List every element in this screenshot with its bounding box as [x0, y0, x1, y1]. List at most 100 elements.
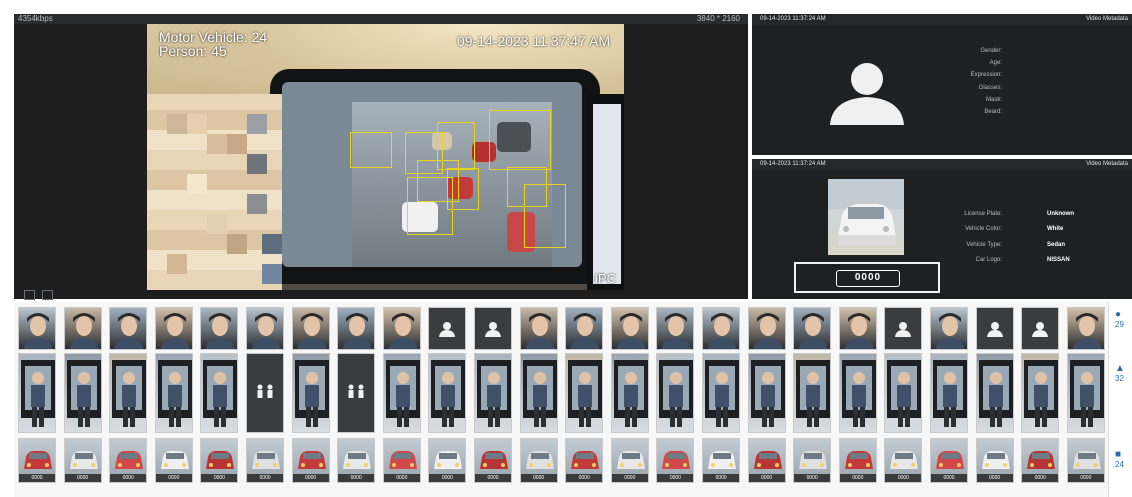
- face-snapshot[interactable]: [610, 307, 649, 350]
- vehicle-snapshot[interactable]: 0000: [884, 438, 923, 483]
- vehicle-snapshot[interactable]: 0000: [656, 438, 695, 483]
- vehicle-snapshot[interactable]: 0000: [428, 438, 467, 483]
- video-frame: Motor Vehicle: 24 Person: 45 09-14-2023 …: [147, 24, 624, 290]
- body-snapshot[interactable]: [565, 353, 604, 433]
- face-snapshot[interactable]: [337, 307, 376, 350]
- body-snapshot[interactable]: [610, 353, 649, 433]
- snapshot-grid: 0000 0000 0000 0000 0000 0000 0000 0000 0000 0000…: [14, 302, 1114, 497]
- vehicle-snapshot[interactable]: 0000: [337, 438, 376, 483]
- body-snapshot[interactable]: [884, 353, 923, 433]
- panel-timestamp: 09-14-2023 11:37:24 AM: [760, 16, 826, 22]
- vehicle-snapshot[interactable]: 0000: [565, 438, 604, 483]
- face-snapshot[interactable]: [656, 307, 695, 350]
- face-placeholder[interactable]: [474, 307, 512, 350]
- face-snapshot[interactable]: [702, 307, 740, 350]
- body-snapshot[interactable]: [975, 353, 1014, 433]
- vehicle-snapshot[interactable]: 0000: [610, 438, 649, 483]
- body-snapshot[interactable]: [1066, 353, 1105, 433]
- face-snapshot[interactable]: [565, 307, 604, 350]
- snapshot-plate-label: 0000: [657, 474, 694, 482]
- face-snapshot[interactable]: [109, 307, 148, 350]
- body-snapshot[interactable]: [702, 353, 740, 433]
- snapshot-plate-label: 0000: [703, 474, 739, 482]
- vehicle-snapshot[interactable]: 0000: [747, 438, 786, 483]
- vehicle-snapshot[interactable]: 0000: [291, 438, 330, 483]
- vehicle-snapshot[interactable]: 0000: [246, 438, 284, 483]
- screen-icon[interactable]: [24, 290, 35, 300]
- face-placeholder[interactable]: [884, 307, 923, 350]
- attr-row: Car Logo: NISSAN: [932, 257, 1122, 272]
- body-snapshot[interactable]: [656, 353, 695, 433]
- pixelated-person: [147, 94, 282, 290]
- body-placeholder[interactable]: [337, 353, 376, 433]
- vehicle-snapshot[interactable]: 0000: [154, 438, 193, 483]
- face-snapshot[interactable]: [793, 307, 832, 350]
- body-snapshot[interactable]: [63, 353, 102, 433]
- body-snapshot[interactable]: [109, 353, 148, 433]
- vehicle-snapshot[interactable]: 0000: [1021, 438, 1060, 483]
- body-snapshot[interactable]: [200, 353, 239, 433]
- vehicle-snapshot[interactable]: [828, 179, 904, 255]
- vehicle-snapshot[interactable]: 0000: [63, 438, 102, 483]
- face-snapshot[interactable]: [200, 307, 239, 350]
- vehicle-snapshot[interactable]: 0000: [382, 438, 421, 483]
- vehicle-snapshot[interactable]: 0000: [702, 438, 740, 483]
- body-snapshot[interactable]: [428, 353, 467, 433]
- face-snapshot[interactable]: [18, 307, 56, 350]
- face-placeholder[interactable]: [975, 307, 1014, 350]
- vehicle-snapshot[interactable]: 0000: [519, 438, 558, 483]
- body-snapshot[interactable]: [1021, 353, 1060, 433]
- face-snapshot[interactable]: [519, 307, 558, 350]
- body-snapshot[interactable]: [519, 353, 558, 433]
- face-snapshot[interactable]: [63, 307, 102, 350]
- face-snapshot[interactable]: [1066, 307, 1105, 350]
- face-snapshot[interactable]: [382, 307, 421, 350]
- snapshot-plate-label: 0000: [155, 474, 192, 482]
- body-snapshot[interactable]: [930, 353, 968, 433]
- monitor-screen: [282, 82, 582, 267]
- stat-value: 24: [1115, 460, 1124, 469]
- vehicle-snapshot[interactable]: 0000: [838, 438, 877, 483]
- snapshot-plate-label: 0000: [976, 474, 1013, 482]
- face-metadata-panel: 09-14-2023 11:37:24 AM Video Metadata Ge…: [752, 14, 1132, 155]
- snapshot-plate-label: 0000: [247, 474, 283, 482]
- split-icon[interactable]: [42, 290, 54, 300]
- snapshot-plate-label: 0000: [748, 474, 785, 482]
- face-snapshot[interactable]: [154, 307, 193, 350]
- attr-key: Vehicle Type:: [966, 241, 1002, 248]
- vehicle-snapshot[interactable]: 0000: [930, 438, 968, 483]
- snapshot-plate-label: 0000: [794, 474, 831, 482]
- vehicle-snapshot[interactable]: 0000: [109, 438, 148, 483]
- body-snapshot[interactable]: [18, 353, 56, 433]
- face-snapshot[interactable]: [291, 307, 330, 350]
- body-snapshot[interactable]: [474, 353, 512, 433]
- snapshot-plate-label: 0000: [338, 474, 375, 482]
- live-video-pane[interactable]: 4354kbps 3840 * 2160 Motor Vehicle: 24 P…: [14, 14, 748, 300]
- vehicle-snapshot[interactable]: 0000: [18, 438, 56, 483]
- body-snapshot[interactable]: [291, 353, 330, 433]
- body-snapshot[interactable]: [747, 353, 786, 433]
- body-placeholder[interactable]: [246, 353, 284, 433]
- attr-key: Mask:: [985, 96, 1002, 103]
- vehicle-snapshot[interactable]: 0000: [474, 438, 512, 483]
- stat-person: ● 29: [1115, 310, 1124, 330]
- body-snapshot[interactable]: [154, 353, 193, 433]
- body-snapshot[interactable]: [793, 353, 832, 433]
- face-snapshot[interactable]: [838, 307, 877, 350]
- vehicle-snapshot[interactable]: 0000: [793, 438, 832, 483]
- face-placeholder[interactable]: [1021, 307, 1060, 350]
- snapshot-plate-label: 0000: [1067, 474, 1104, 482]
- vehicle-snapshot[interactable]: 0000: [1066, 438, 1105, 483]
- face-snapshot[interactable]: [930, 307, 968, 350]
- vehicle-snapshot[interactable]: 0000: [200, 438, 239, 483]
- vehicle-snapshot[interactable]: 0000: [975, 438, 1014, 483]
- face-placeholder[interactable]: [428, 307, 467, 350]
- video-timestamp: 09-14-2023 11:37:47 AM: [456, 33, 610, 49]
- panel-header: 09-14-2023 11:37:24 AM Video Metadata: [752, 14, 1132, 25]
- body-snapshot[interactable]: [838, 353, 877, 433]
- body-snapshot[interactable]: [382, 353, 421, 433]
- face-snapshot[interactable]: [246, 307, 284, 350]
- attr-row: Beard:: [932, 109, 1122, 121]
- face-snapshot[interactable]: [747, 307, 786, 350]
- bitrate-label: 4354kbps: [18, 14, 53, 23]
